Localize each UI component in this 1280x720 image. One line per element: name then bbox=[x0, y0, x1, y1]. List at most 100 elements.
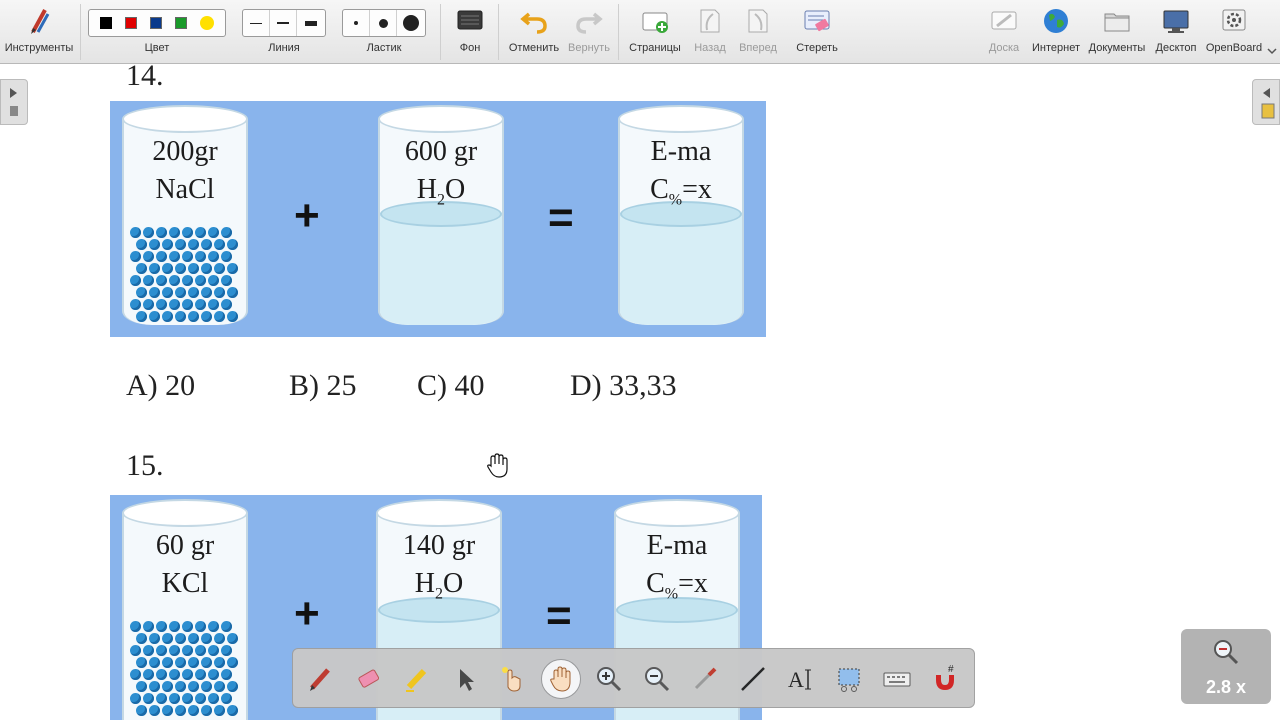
eraser-large-button[interactable] bbox=[398, 10, 424, 36]
salt-grain bbox=[188, 681, 199, 692]
undo-button[interactable]: Отменить bbox=[504, 0, 564, 64]
pointer-tool-button[interactable] bbox=[445, 659, 485, 699]
salt-grain bbox=[169, 251, 180, 262]
salt-grain bbox=[130, 227, 141, 238]
pages-label: Страницы bbox=[629, 42, 681, 54]
tools-button[interactable]: Инструменты bbox=[0, 0, 78, 64]
salt-grain bbox=[214, 633, 225, 644]
magnet-tool-button[interactable]: # bbox=[925, 659, 965, 699]
salt-grain bbox=[136, 311, 147, 322]
documents-button[interactable]: Документы bbox=[1084, 0, 1150, 64]
tools-label: Инструменты bbox=[4, 42, 74, 54]
salt-grain bbox=[195, 275, 206, 286]
salt-grain bbox=[169, 227, 180, 238]
redo-button[interactable]: Вернуть bbox=[564, 0, 614, 64]
page-back-icon bbox=[700, 9, 720, 33]
beaker-label-mass: 200gr bbox=[152, 136, 218, 167]
salt-grain bbox=[208, 693, 219, 704]
salt-grain bbox=[169, 693, 180, 704]
toolbar-scroll-down-icon[interactable] bbox=[1264, 38, 1280, 64]
salt-grain bbox=[143, 693, 154, 704]
undo-icon bbox=[520, 12, 547, 34]
background-button[interactable]: Фон bbox=[444, 0, 496, 64]
color-swatch-black[interactable] bbox=[99, 17, 112, 29]
beaker-label-solution: E-ma bbox=[646, 530, 708, 561]
salt-grain bbox=[156, 669, 167, 680]
text-icon: A bbox=[788, 667, 811, 692]
salt-grain bbox=[162, 239, 173, 250]
folder-icon bbox=[1104, 13, 1130, 32]
back-button[interactable]: Назад bbox=[686, 0, 734, 64]
eraser-small-button[interactable] bbox=[344, 10, 370, 36]
pipette-tool-button[interactable] bbox=[685, 659, 725, 699]
pages-button[interactable]: Страницы bbox=[624, 0, 686, 64]
right-panel-toggle[interactable] bbox=[1252, 79, 1280, 125]
salt-grain bbox=[221, 645, 232, 656]
board-label: Доска bbox=[988, 42, 1020, 54]
zoom-in-tool-button[interactable] bbox=[589, 659, 629, 699]
answer-c: C) 40 bbox=[417, 369, 485, 402]
capture-tool-button[interactable] bbox=[829, 659, 869, 699]
salt-grain bbox=[221, 275, 232, 286]
salt-grain bbox=[182, 621, 193, 632]
salt-grain bbox=[208, 645, 219, 656]
board-icon bbox=[991, 11, 1017, 30]
line-medium-button[interactable] bbox=[271, 10, 297, 36]
salt-grain bbox=[214, 657, 225, 668]
question-14-figure: 200gr NaCl + 600 gr H2O = E-ma C%=x bbox=[110, 101, 766, 337]
keyboard-tool-button[interactable] bbox=[877, 659, 917, 699]
tools-icon bbox=[31, 9, 50, 34]
salt-grain bbox=[182, 227, 193, 238]
color-swatch-yellow[interactable] bbox=[200, 16, 215, 30]
salt-grain bbox=[175, 239, 186, 250]
color-swatch-red[interactable] bbox=[124, 17, 137, 29]
desktop-button[interactable]: Десктоп bbox=[1150, 0, 1202, 64]
line-label: Линия bbox=[268, 42, 300, 54]
hand-tool-button[interactable] bbox=[541, 659, 581, 699]
salt-grain bbox=[130, 621, 141, 632]
laser-tool-button[interactable] bbox=[493, 659, 533, 699]
salt-grain bbox=[143, 669, 154, 680]
zoom-indicator[interactable]: 2.8 x bbox=[1181, 629, 1271, 704]
pointer-icon bbox=[460, 669, 474, 691]
color-swatch-blue[interactable] bbox=[149, 17, 162, 29]
salt-grain bbox=[130, 299, 141, 310]
salt-grain bbox=[149, 263, 160, 274]
internet-button[interactable]: Интернет bbox=[1028, 0, 1084, 64]
line-thin-button[interactable] bbox=[244, 10, 270, 36]
page-forward-icon bbox=[748, 9, 768, 33]
beaker-label-substance: KCl bbox=[161, 568, 209, 599]
beaker-label-concentration: C%=x bbox=[650, 174, 712, 209]
color-swatch-green[interactable] bbox=[175, 17, 188, 29]
plus-sign: + bbox=[294, 589, 320, 638]
line-thick-button[interactable] bbox=[298, 10, 324, 36]
salt-grain bbox=[130, 275, 141, 286]
salt-grain bbox=[162, 681, 173, 692]
eraser-tool-button[interactable] bbox=[349, 659, 389, 699]
salt-grain bbox=[182, 669, 193, 680]
salt-grain bbox=[221, 621, 232, 632]
salt-grain bbox=[136, 287, 147, 298]
forward-button[interactable]: Вперед bbox=[734, 0, 782, 64]
highlighter-tool-button[interactable] bbox=[397, 659, 437, 699]
board-canvas[interactable]: 14. 200gr NaCl + 600 gr H2O = E-ma C%=x … bbox=[0, 65, 1280, 720]
salt-grain bbox=[130, 693, 141, 704]
eraser-label: Ластик bbox=[366, 42, 402, 54]
salt-grain bbox=[208, 669, 219, 680]
salt-grain bbox=[143, 645, 154, 656]
erase-all-button[interactable]: Стереть bbox=[788, 0, 846, 64]
zoom-out-tool-button[interactable] bbox=[637, 659, 677, 699]
left-panel-toggle[interactable] bbox=[0, 79, 28, 125]
pen-tool-button[interactable] bbox=[301, 659, 341, 699]
eraser-medium-button[interactable] bbox=[371, 10, 397, 36]
line-tool-button[interactable] bbox=[733, 659, 773, 699]
text-tool-button[interactable]: A bbox=[781, 659, 821, 699]
beaker-label-concentration: C%=x bbox=[646, 568, 708, 603]
salt-grain bbox=[201, 681, 212, 692]
salt-grain bbox=[156, 299, 167, 310]
openboard-button[interactable]: OpenBoard bbox=[1202, 0, 1266, 64]
expand-right-icon bbox=[10, 88, 18, 116]
salt-grain bbox=[169, 621, 180, 632]
line-icon bbox=[741, 667, 765, 691]
board-button[interactable]: Доска bbox=[980, 0, 1028, 64]
